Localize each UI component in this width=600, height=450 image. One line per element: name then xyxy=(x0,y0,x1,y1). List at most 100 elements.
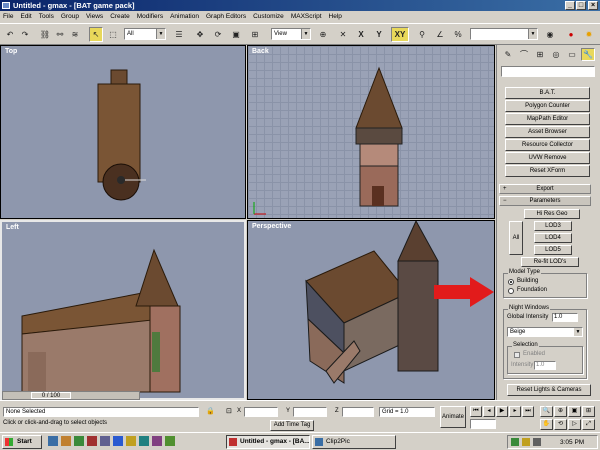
axis-y-button[interactable]: Y xyxy=(372,27,386,42)
zoom-icon[interactable]: 🔍 xyxy=(540,406,553,417)
animate-button[interactable]: Animate xyxy=(440,406,466,428)
menu-modifiers[interactable]: Modifiers xyxy=(137,11,163,23)
x-coordinate-field[interactable] xyxy=(244,407,278,417)
previous-frame-icon[interactable]: ◂ xyxy=(483,406,495,417)
menu-maxscript[interactable]: MAXScript xyxy=(291,11,322,23)
task-clip2pic[interactable]: Clip2Pic xyxy=(312,435,396,449)
export-rollout[interactable]: + Export xyxy=(499,184,591,194)
bat-button[interactable]: B.A.T. xyxy=(505,87,590,99)
resource-collector-button[interactable]: Resource Collector xyxy=(505,139,590,151)
uvw-remove-button[interactable]: UVW Remove xyxy=(505,152,590,164)
maximize-button[interactable]: □ xyxy=(576,1,586,10)
close-button[interactable]: × xyxy=(588,1,598,10)
play-icon[interactable]: ▶ xyxy=(496,406,508,417)
viewport-back[interactable]: Back xyxy=(247,45,495,219)
menu-help[interactable]: Help xyxy=(329,11,342,23)
mirror-icon[interactable]: ✕ xyxy=(336,27,350,42)
quick-launch-icon[interactable] xyxy=(61,436,71,446)
menu-group[interactable]: Group xyxy=(61,11,79,23)
maximize-viewport-icon[interactable]: ⤢ xyxy=(582,418,595,430)
zoom-all-icon[interactable]: ⊕ xyxy=(554,406,567,417)
z-coordinate-field[interactable] xyxy=(342,407,374,417)
go-to-start-icon[interactable]: ⏮ xyxy=(470,406,482,417)
reset-xform-button[interactable]: Reset XForm xyxy=(505,165,590,177)
zoom-extents-all-icon[interactable]: ⊞ xyxy=(582,406,595,417)
unlink-icon[interactable]: ⚯ xyxy=(53,27,67,42)
pivot-center-icon[interactable]: ⊕ xyxy=(316,27,330,42)
quick-launch-icon[interactable] xyxy=(74,436,84,446)
quick-launch-icon[interactable] xyxy=(87,436,97,446)
quick-launch-icon[interactable] xyxy=(48,436,58,446)
bind-space-warp-icon[interactable]: ≋ xyxy=(68,27,82,42)
next-frame-icon[interactable]: ▸ xyxy=(509,406,521,417)
quick-launch-icon[interactable] xyxy=(126,436,136,446)
quick-launch-icon[interactable] xyxy=(113,436,123,446)
axis-xy-button[interactable]: XY xyxy=(391,27,409,42)
object-name-field[interactable] xyxy=(501,66,595,77)
lod5-button[interactable]: LOD5 xyxy=(534,245,572,255)
absolute-mode-icon[interactable]: ⊡ xyxy=(226,407,232,415)
asset-browser-button[interactable]: Asset Browser xyxy=(505,126,590,138)
quick-launch-icon[interactable] xyxy=(100,436,110,446)
quick-launch-icon[interactable] xyxy=(152,436,162,446)
refit-lods-button[interactable]: Re-fit LOD's xyxy=(521,257,579,267)
menu-tools[interactable]: Tools xyxy=(39,11,54,23)
tray-icon[interactable] xyxy=(522,438,530,446)
hi-res-geo-button[interactable]: Hi Res Geo xyxy=(524,209,580,219)
menu-customize[interactable]: Customize xyxy=(253,11,284,23)
lod4-button[interactable]: LOD4 xyxy=(534,233,572,243)
display-tab-icon[interactable]: ▭ xyxy=(565,48,579,61)
minimize-button[interactable]: _ xyxy=(565,1,575,10)
redo-icon[interactable]: ↷ xyxy=(18,27,32,42)
select-object-icon[interactable]: ↖ xyxy=(89,27,103,42)
mappath-editor-button[interactable]: MapPath Editor xyxy=(505,113,590,125)
viewport-top[interactable]: Top xyxy=(0,45,246,219)
quick-launch-icon[interactable] xyxy=(165,436,175,446)
motion-tab-icon[interactable]: ◎ xyxy=(549,48,563,61)
intensity-spinner[interactable]: 1.0 xyxy=(534,361,556,370)
utilities-tab-icon[interactable]: 🔧 xyxy=(581,48,595,61)
quick-render-icon[interactable]: ✹ xyxy=(582,27,596,42)
menu-graph-editors[interactable]: Graph Editors xyxy=(206,11,246,23)
time-slider-thumb[interactable]: 0 / 100 xyxy=(31,392,71,399)
parameters-rollout[interactable]: − Parameters xyxy=(499,196,591,206)
task-gmax[interactable]: Untitled - gmax - [BA... xyxy=(226,435,310,449)
time-slider[interactable]: 0 / 100 xyxy=(2,391,140,400)
y-coordinate-field[interactable] xyxy=(293,407,327,417)
all-lods-button[interactable]: All xyxy=(509,221,523,255)
menu-edit[interactable]: Edit xyxy=(20,11,31,23)
reset-lights-cameras-button[interactable]: Reset Lights & Cameras xyxy=(507,384,591,396)
viewport-perspective[interactable]: Perspective xyxy=(247,220,495,400)
undo-icon[interactable]: ↶ xyxy=(3,27,17,42)
pan-icon[interactable]: ✋ xyxy=(540,418,553,430)
hierarchy-tab-icon[interactable]: ⊞ xyxy=(533,48,547,61)
clock[interactable]: 3:05 PM xyxy=(560,437,584,448)
axis-x-button[interactable]: X xyxy=(354,27,368,42)
polygon-counter-button[interactable]: Polygon Counter xyxy=(505,100,590,112)
foundation-radio[interactable] xyxy=(508,288,514,294)
menu-views[interactable]: Views xyxy=(86,11,103,23)
arc-rotate-icon[interactable]: ⟲ xyxy=(554,418,567,430)
window-color-dropdown[interactable]: Beige ▼ xyxy=(507,327,583,337)
zoom-extents-icon[interactable]: ▣ xyxy=(568,406,581,417)
select-and-move-icon[interactable]: ✥ xyxy=(193,27,207,42)
select-and-rotate-icon[interactable]: ⟳ xyxy=(211,27,225,42)
tray-icon[interactable] xyxy=(511,438,519,446)
selection-filter-dropdown[interactable]: All ▼ xyxy=(124,28,166,40)
percent-snap-icon[interactable]: % xyxy=(451,27,465,42)
title-bar[interactable]: Untitled - gmax - [BAT game pack] _ □ × xyxy=(0,0,600,11)
coordinate-system-dropdown[interactable]: View ▼ xyxy=(271,28,311,40)
current-frame-field[interactable] xyxy=(470,419,496,429)
go-to-end-icon[interactable]: ⏭ xyxy=(522,406,534,417)
lock-icon[interactable]: 🔒 xyxy=(206,407,215,415)
material-editor-icon[interactable]: ◉ xyxy=(543,27,557,42)
select-and-link-icon[interactable]: ⛓ xyxy=(38,27,52,42)
create-tab-icon[interactable]: ✎ xyxy=(501,48,515,61)
render-icon[interactable]: ● xyxy=(564,27,578,42)
angle-snap-icon[interactable]: ∠ xyxy=(433,27,447,42)
region-select-icon[interactable]: ⬚ xyxy=(106,27,120,42)
menu-file[interactable]: File xyxy=(3,11,13,23)
snap-toggle-icon[interactable]: ⚲ xyxy=(415,27,429,42)
select-and-scale-icon[interactable]: ▣ xyxy=(229,27,243,42)
named-selection-dropdown[interactable]: ▼ xyxy=(470,28,538,40)
